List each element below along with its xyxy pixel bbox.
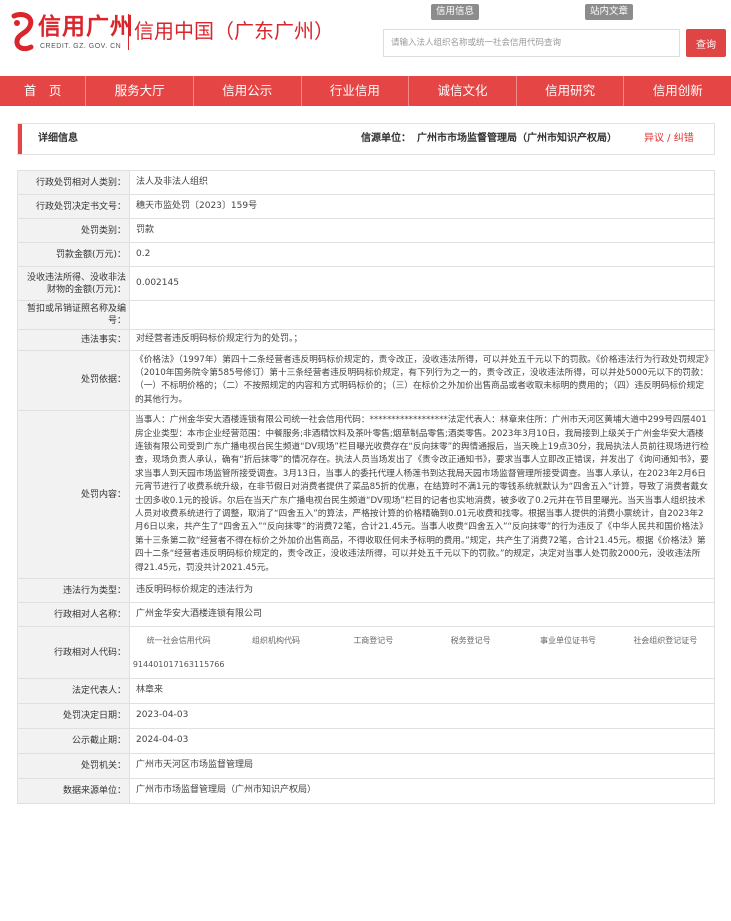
table-row: 行政处罚决定书文号： 穗天市监处罚〔2023〕159号 bbox=[17, 194, 715, 219]
table-row: 罚款金额(万元)： 0.2 bbox=[17, 242, 715, 267]
penalty-basis-label: 处罚依据： bbox=[17, 349, 130, 412]
penalty-type-label: 处罚类别： bbox=[17, 218, 130, 243]
table-row: 处罚决定日期： 2023-04-03 bbox=[17, 703, 715, 729]
unified-credit-code-value: 914401017163115766 bbox=[132, 659, 225, 669]
credit-info-link[interactable]: 信用信息 bbox=[431, 4, 480, 20]
decision-no-label: 行政处罚决定书文号： bbox=[17, 194, 130, 219]
org-code-value bbox=[227, 653, 324, 677]
logo-subtitle: CREDIT. GZ. GOV. CN bbox=[40, 43, 122, 50]
source-unit: 广州市市场监督管理局（广州市知识产权局） bbox=[417, 133, 617, 144]
authority-value: 广州市天河区市场监督管理局 bbox=[129, 753, 715, 779]
decision-date-label: 处罚决定日期： bbox=[17, 703, 130, 729]
site-articles-link[interactable]: 站内文章 bbox=[585, 4, 634, 20]
nav-item-integrity-culture[interactable]: 诚信文化 bbox=[409, 76, 517, 106]
table-row: 行政相对人代码： 统一社会信用代码 组织机构代码 工商登记号 税务登记号 事业单… bbox=[17, 626, 715, 679]
counterparty-code-table: 统一社会信用代码 组织机构代码 工商登记号 税务登记号 事业单位证书号 社会组织… bbox=[130, 629, 714, 677]
table-row: 公示截止期： 2024-04-03 bbox=[17, 728, 715, 754]
nav-item-credit-research[interactable]: 信用研究 bbox=[517, 76, 625, 106]
nav-item-home[interactable]: 首 页 bbox=[0, 76, 87, 106]
nav-item-service-hall[interactable]: 服务大厅 bbox=[86, 76, 194, 106]
nav-item-credit-innovation[interactable]: 信用创新 bbox=[624, 76, 731, 106]
logo-divider bbox=[128, 14, 129, 50]
tax-reg-no-value bbox=[422, 653, 519, 677]
legal-rep-value: 林章来 bbox=[129, 678, 715, 704]
social-org-reg-no-value bbox=[617, 653, 714, 677]
confiscated-amount-label: 没收违法所得、没收非法财物的金额(万元)： bbox=[17, 266, 130, 301]
counterparty-name-label: 行政相对人名称： bbox=[17, 602, 130, 627]
code-header: 统一社会信用代码 bbox=[146, 635, 211, 645]
counterparty-name-value: 广州金华安大酒楼连锁有限公司 bbox=[129, 602, 715, 627]
site-title: 信用中国（广东广州） bbox=[134, 19, 334, 43]
nav-item-credit-publicity[interactable]: 信用公示 bbox=[194, 76, 302, 106]
counterparty-code-label: 行政相对人代码： bbox=[17, 626, 130, 679]
counterparty-code-cell: 统一社会信用代码 组织机构代码 工商登记号 税务登记号 事业单位证书号 社会组织… bbox=[129, 626, 715, 679]
main-nav: 首 页 服务大厅 信用公示 行业信用 诚信文化 信用研究 信用创新 bbox=[0, 76, 731, 106]
table-row: 行政处罚相对人类别： 法人及非法人组织 bbox=[17, 170, 715, 195]
decision-no-value: 穗天市监处罚〔2023〕159号 bbox=[129, 194, 715, 219]
data-source-unit-value: 广州市市场监督管理局（广州市知识产权局） bbox=[129, 778, 715, 804]
fine-amount-value: 0.2 bbox=[129, 242, 715, 267]
decision-date-value: 2023-04-03 bbox=[129, 703, 715, 729]
code-value-row: 914401017163115766 bbox=[130, 653, 714, 677]
source-label: 信源单位： bbox=[361, 133, 411, 144]
publish-deadline-label: 公示截止期： bbox=[17, 728, 130, 754]
fine-amount-label: 罚款金额(万元)： bbox=[17, 242, 130, 267]
table-row: 处罚机关： 广州市天河区市场监督管理局 bbox=[17, 753, 715, 779]
code-header-row: 统一社会信用代码 组织机构代码 工商登记号 税务登记号 事业单位证书号 社会组织… bbox=[130, 629, 714, 653]
subject-type-value: 法人及非法人组织 bbox=[129, 170, 715, 195]
table-row: 违法行为类型： 违反明码标价规定的违法行为 bbox=[17, 578, 715, 603]
table-row: 没收违法所得、没收非法财物的金额(万元)： 0.002145 bbox=[17, 266, 715, 301]
table-row: 行政相对人名称： 广州金华安大酒楼连锁有限公司 bbox=[17, 602, 715, 627]
suspend-license-label: 暂扣或吊销证照名称及编号： bbox=[17, 300, 130, 330]
search-button[interactable]: 查询 bbox=[686, 29, 726, 57]
penalty-basis-value: 《价格法》（1997年）第四十二条经营者违反明码标价规定的，责令改正，没收违法所… bbox=[129, 349, 715, 412]
table-row: 处罚内容： 当事人：广州金华安大酒楼连锁有限公司统一社会信用代码：*******… bbox=[17, 410, 715, 579]
penalty-type-value: 罚款 bbox=[129, 218, 715, 243]
publish-deadline-value: 2024-04-03 bbox=[129, 728, 715, 754]
subject-type-label: 行政处罚相对人类别： bbox=[17, 170, 130, 195]
institution-cert-no-value bbox=[519, 653, 616, 677]
code-header: 税务登记号 bbox=[450, 635, 491, 645]
search-input[interactable] bbox=[383, 29, 680, 57]
table-row: 法定代表人： 林章来 bbox=[17, 678, 715, 704]
confiscated-amount-value: 0.002145 bbox=[129, 266, 715, 301]
code-header: 事业单位证书号 bbox=[539, 635, 596, 645]
penalty-content-value: 当事人：广州金华安大酒楼连锁有限公司统一社会信用代码：*************… bbox=[129, 410, 715, 579]
legal-rep-label: 法定代表人： bbox=[17, 678, 130, 704]
violation-facts-value: 对经营者违反明码标价规定行为的处罚。； bbox=[129, 329, 715, 351]
logo-icon bbox=[11, 12, 34, 52]
site-header: 信用广州 CREDIT. GZ. GOV. CN 信用中国（广东广州） 信用信息… bbox=[0, 0, 731, 76]
detail-accent bbox=[18, 124, 22, 154]
table-row: 数据来源单位： 广州市市场监督管理局（广州市知识产权局） bbox=[17, 778, 715, 804]
code-header: 工商登记号 bbox=[353, 635, 394, 645]
table-row: 违法事实： 对经营者违反明码标价规定行为的处罚。； bbox=[17, 329, 715, 351]
code-header: 社会组织登记证号 bbox=[633, 635, 698, 645]
authority-label: 处罚机关： bbox=[17, 753, 130, 779]
logo-text[interactable]: 信用广州 bbox=[38, 14, 134, 40]
data-source-unit-label: 数据来源单位： bbox=[17, 778, 130, 804]
code-header: 组织机构代码 bbox=[251, 635, 300, 645]
table-row: 处罚依据： 《价格法》（1997年）第四十二条经营者违反明码标价规定的，责令改正… bbox=[17, 349, 715, 412]
table-row: 处罚类别： 罚款 bbox=[17, 218, 715, 243]
violation-type-value: 违反明码标价规定的违法行为 bbox=[129, 578, 715, 603]
business-reg-no-value bbox=[325, 653, 422, 677]
table-row: 暂扣或吊销证照名称及编号： bbox=[17, 300, 715, 330]
objection-feedback-link[interactable]: 异议 / 纠错 bbox=[644, 124, 694, 154]
violation-type-label: 违法行为类型： bbox=[17, 578, 130, 603]
nav-item-industry-credit[interactable]: 行业信用 bbox=[302, 76, 410, 106]
detail-header-bar: 详细信息 信源单位： 广州市市场监督管理局（广州市知识产权局） 异议 / 纠错 bbox=[17, 123, 715, 155]
penalty-detail-table: 行政处罚相对人类别： 法人及非法人组织 行政处罚决定书文号： 穗天市监处罚〔20… bbox=[17, 170, 715, 804]
penalty-content-label: 处罚内容： bbox=[17, 410, 130, 579]
violation-facts-label: 违法事实： bbox=[17, 329, 130, 351]
detail-title: 详细信息 bbox=[38, 133, 78, 144]
suspend-license-value bbox=[129, 300, 715, 330]
